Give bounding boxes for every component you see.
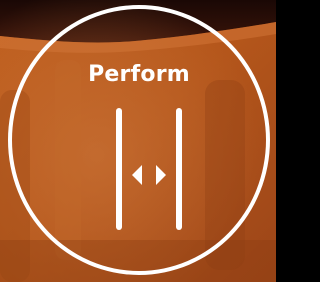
perform-label: Perform [88, 62, 190, 87]
split-handle-icon [116, 108, 182, 230]
perform-button[interactable]: Perform [8, 5, 270, 275]
perform-screen: Perform [0, 0, 276, 282]
